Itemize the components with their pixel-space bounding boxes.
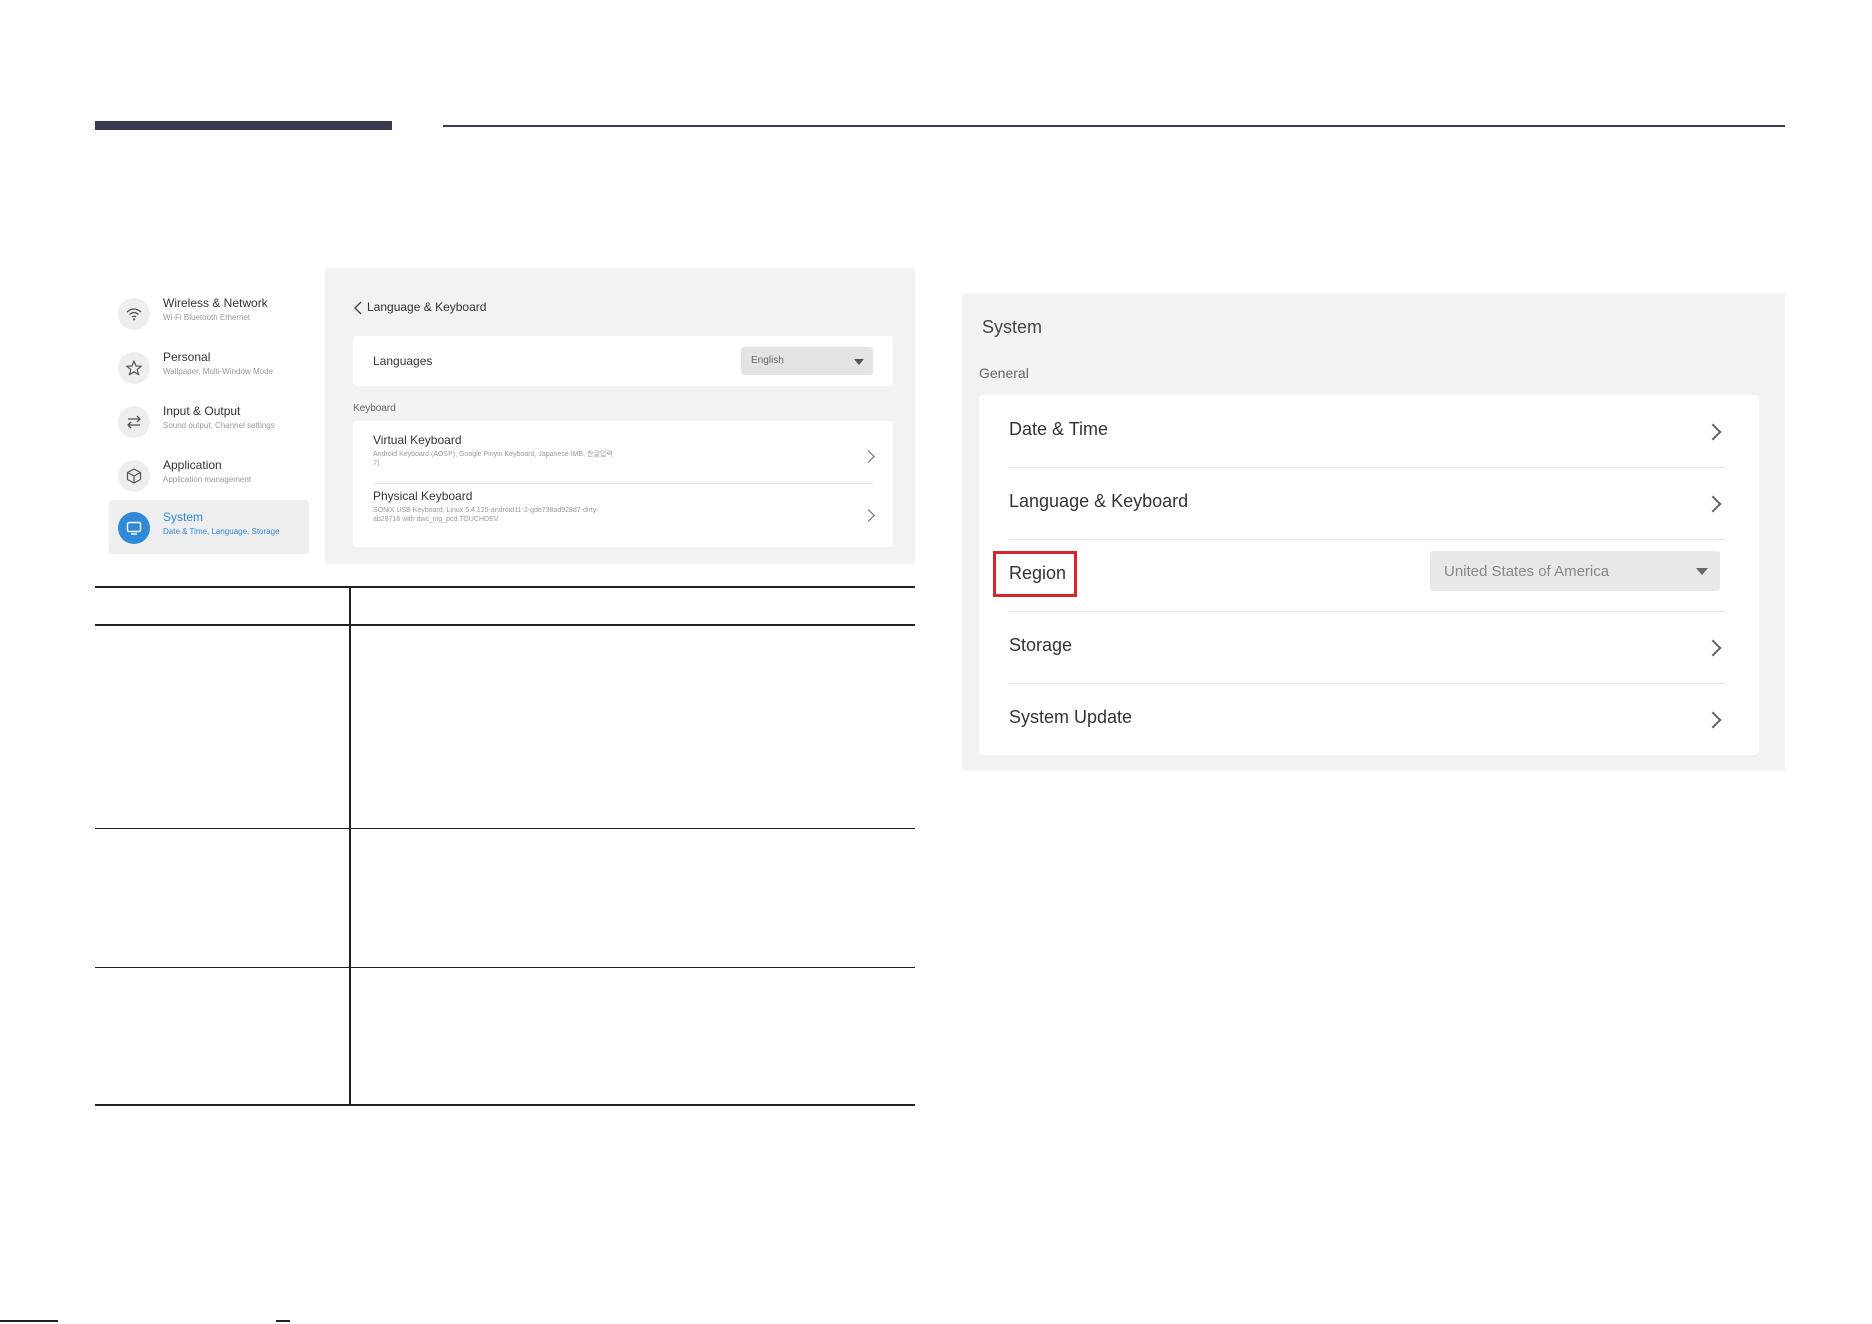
row-label: Storage [1009, 635, 1073, 655]
sidebar-item-subtitle: Date & Time, Language, Storage [163, 527, 280, 536]
sidebar-item-system[interactable]: System Date & Time, Language, Storage [109, 500, 309, 554]
languages-row: Languages English [353, 336, 893, 386]
table-column-divider [349, 586, 351, 1105]
sidebar-item-title: System [163, 510, 204, 524]
table-bottom-border [95, 1104, 915, 1106]
region-value: United States of America [1444, 563, 1610, 580]
row-label: Date & Time [1009, 419, 1109, 439]
chevron-right-icon [1704, 711, 1722, 729]
star-icon [118, 352, 150, 384]
physical-keyboard-row[interactable]: Physical Keyboard SONiX USB Keyboard, Li… [373, 489, 875, 545]
system-update-row[interactable]: System Update [1009, 683, 1725, 755]
wifi-icon [118, 298, 150, 330]
swap-arrows-icon [118, 406, 150, 438]
chevron-left-icon [354, 301, 362, 315]
general-section-label: General [979, 365, 1029, 381]
sidebar-item-subtitle: Wallpaper, Multi-Window Mode [163, 367, 273, 376]
region-dropdown[interactable]: United States of America [1430, 551, 1720, 591]
monitor-icon [118, 512, 150, 544]
row-label: System Update [1009, 707, 1133, 727]
language-keyboard-panel: Language & Keyboard Languages English Ke… [325, 268, 915, 564]
sidebar-item-input-output[interactable]: Input & Output Sound output, Channel set… [109, 394, 309, 448]
table-row-divider [95, 828, 915, 829]
languages-dropdown[interactable]: English [741, 347, 873, 375]
language-keyboard-screenshot: Wireless & Network Wi-Fi Bluetooth Ether… [95, 268, 915, 564]
sidebar-item-wireless-network[interactable]: Wireless & Network Wi-Fi Bluetooth Ether… [109, 286, 309, 340]
languages-value: English [751, 355, 784, 366]
chevron-right-icon [1704, 639, 1722, 657]
storage-row[interactable]: Storage [1009, 611, 1725, 684]
virtual-keyboard-subtitle: Android Keyboard (AOSP), Google Pinyin K… [373, 451, 613, 467]
description-table [95, 586, 915, 1106]
header-rule-thin [443, 125, 1785, 127]
language-keyboard-row[interactable]: Language & Keyboard [1009, 467, 1725, 540]
sidebar-item-title: Application [163, 458, 222, 472]
chevron-right-icon [1704, 423, 1722, 441]
row-label: Language & Keyboard [1009, 491, 1189, 511]
chevron-right-icon [1704, 495, 1722, 513]
header-rule-thick [95, 121, 392, 130]
footer-mark [276, 1320, 290, 1322]
system-title: System [982, 317, 1043, 337]
sidebar-item-subtitle: Wi-Fi Bluetooth Ethernet [163, 313, 251, 322]
virtual-keyboard-title: Virtual Keyboard [373, 433, 462, 447]
row-label: Region [1009, 563, 1067, 583]
region-row: Region United States of America [993, 539, 1725, 612]
keyboard-section-header: Keyboard [353, 403, 396, 414]
caret-down-icon [854, 359, 864, 365]
languages-label: Languages [373, 354, 433, 368]
physical-keyboard-title: Physical Keyboard [373, 489, 473, 503]
chevron-right-icon [862, 450, 875, 463]
table-header-border [95, 624, 915, 626]
panel-title: Language & Keyboard [367, 300, 487, 314]
system-general-card: Date & Time Language & Keyboard Region U… [979, 395, 1759, 755]
table-top-border [95, 586, 915, 588]
chevron-right-icon [862, 509, 875, 522]
table-row-divider [95, 967, 915, 968]
sidebar-item-title: Personal [163, 350, 211, 364]
virtual-keyboard-row[interactable]: Virtual Keyboard Android Keyboard (AOSP)… [373, 433, 875, 484]
sidebar-item-subtitle: Application management [163, 475, 252, 484]
sidebar-item-title: Wireless & Network [163, 296, 268, 310]
system-settings-screenshot: System General Date & Time Language & Ke… [962, 293, 1785, 771]
physical-keyboard-subtitle: SONiX USB Keyboard, Linux 5.4.125-androi… [373, 507, 599, 523]
box-icon [118, 460, 150, 492]
sidebar-item-title: Input & Output [163, 404, 241, 418]
sidebar-item-application[interactable]: Application Application management [109, 448, 309, 502]
settings-sidebar: Wireless & Network Wi-Fi Bluetooth Ether… [95, 268, 325, 564]
footer-mark [0, 1320, 58, 1322]
sidebar-item-subtitle: Sound output, Channel settings [163, 421, 275, 430]
keyboard-card: Virtual Keyboard Android Keyboard (AOSP)… [353, 421, 893, 547]
date-time-row[interactable]: Date & Time [1009, 395, 1725, 468]
sidebar-item-personal[interactable]: Personal Wallpaper, Multi-Window Mode [109, 340, 309, 394]
back-button[interactable]: Language & Keyboard [353, 300, 486, 315]
caret-down-icon [1696, 568, 1708, 575]
